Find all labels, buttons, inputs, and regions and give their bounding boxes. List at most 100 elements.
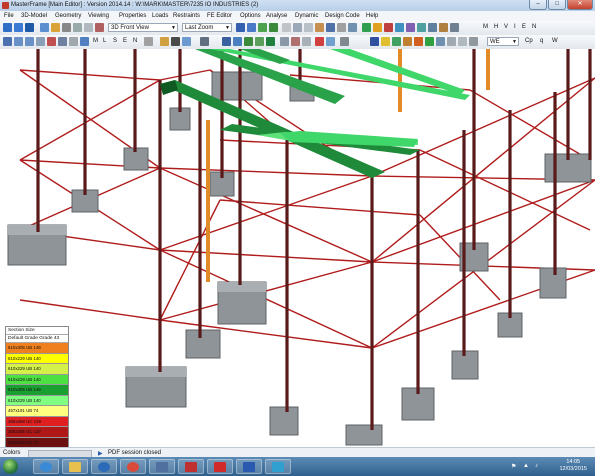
minimize-button[interactable]: – xyxy=(529,0,547,10)
axes-icon[interactable] xyxy=(58,37,67,46)
filter-icon[interactable] xyxy=(160,37,169,46)
zoom-in-icon[interactable] xyxy=(14,37,23,46)
menu-options[interactable]: Options xyxy=(240,13,261,19)
taskbar-word[interactable] xyxy=(236,459,262,474)
graph-icon[interactable] xyxy=(458,37,467,46)
section-icon[interactable] xyxy=(337,23,346,32)
tray-arrow-icon[interactable]: ▲ xyxy=(523,463,529,469)
toolbar2-letter-s[interactable]: S xyxy=(113,38,117,44)
help-icon[interactable] xyxy=(450,23,459,32)
view-iso-icon[interactable] xyxy=(255,37,264,46)
properties-icon[interactable] xyxy=(439,23,448,32)
results-icon[interactable] xyxy=(373,23,382,32)
menu-3d-model[interactable]: 3D-Model xyxy=(21,13,47,19)
toolbar2-cp[interactable]: Cp xyxy=(525,38,533,44)
model-viewport[interactable] xyxy=(0,49,595,447)
taskbar-network[interactable] xyxy=(149,459,175,474)
load-icon[interactable] xyxy=(348,23,357,32)
menu-analyse[interactable]: Analyse xyxy=(266,13,287,19)
settings-icon[interactable] xyxy=(428,23,437,32)
highlight-icon[interactable] xyxy=(381,37,390,46)
toolbar-letter-e[interactable]: E xyxy=(522,24,526,30)
cut-icon[interactable] xyxy=(40,23,49,32)
start-button[interactable] xyxy=(3,459,18,474)
zoom-out-icon[interactable] xyxy=(25,37,34,46)
tray-volume-icon[interactable]: ♪ xyxy=(535,463,538,469)
toolbar-letter-h[interactable]: H xyxy=(494,24,498,30)
ok-icon[interactable] xyxy=(425,37,434,46)
view-select[interactable]: 3D Front View ▼ xyxy=(108,23,178,32)
maximize-button[interactable]: □ xyxy=(548,0,566,10)
fit-icon[interactable] xyxy=(247,23,256,32)
render-icon[interactable] xyxy=(269,23,278,32)
save-icon[interactable] xyxy=(25,23,34,32)
menu-fe-editor[interactable]: FE Editor xyxy=(207,13,232,19)
menu-properties[interactable]: Properties xyxy=(119,13,146,19)
menu-file[interactable]: File xyxy=(4,13,14,19)
tray-flag-icon[interactable]: ⚑ xyxy=(511,463,516,470)
zoom-window-icon[interactable] xyxy=(36,37,45,46)
taskbar-media[interactable] xyxy=(91,459,117,474)
pointer-icon[interactable] xyxy=(95,23,104,32)
toolbar-letter-v[interactable]: V xyxy=(504,24,508,30)
view-top-icon[interactable] xyxy=(244,37,253,46)
scale-icon[interactable] xyxy=(326,37,335,46)
rotate-icon[interactable] xyxy=(282,23,291,32)
line-style-icon[interactable] xyxy=(340,37,349,46)
open-icon[interactable] xyxy=(14,23,23,32)
hide-icon[interactable] xyxy=(280,37,289,46)
menu-loads[interactable]: Loads xyxy=(152,13,168,19)
toolbar2-letter-e[interactable]: E xyxy=(123,38,127,44)
taskbar-app-a[interactable] xyxy=(178,459,204,474)
analyse-icon[interactable] xyxy=(362,23,371,32)
taskbar-ie[interactable] xyxy=(33,459,59,474)
taskbar-chrome[interactable] xyxy=(120,459,146,474)
undo-icon[interactable] xyxy=(62,23,71,32)
show-icon[interactable] xyxy=(291,37,300,46)
taskbar-masterframe[interactable] xyxy=(207,459,233,474)
report-icon[interactable] xyxy=(395,23,404,32)
color-icon[interactable] xyxy=(370,37,379,46)
member-icon[interactable] xyxy=(326,23,335,32)
label-icon[interactable] xyxy=(144,37,153,46)
view-side-icon[interactable] xyxy=(233,37,242,46)
node-icon[interactable] xyxy=(315,23,324,32)
menu-restraints[interactable]: Restraints xyxy=(173,13,200,19)
check-icon[interactable] xyxy=(392,37,401,46)
warn-icon[interactable] xyxy=(414,37,423,46)
menu-design-code[interactable]: Design Code xyxy=(325,13,360,19)
design-icon[interactable] xyxy=(384,23,393,32)
layer-icon[interactable] xyxy=(302,37,311,46)
zoom-icon[interactable] xyxy=(236,23,245,32)
menu-dynamic[interactable]: Dynamic xyxy=(295,13,318,19)
stop-icon[interactable] xyxy=(315,37,324,46)
report-view-icon[interactable] xyxy=(436,37,445,46)
nodes-icon[interactable] xyxy=(80,37,89,46)
grid-icon[interactable] xyxy=(304,23,313,32)
plane-icon[interactable] xyxy=(69,37,78,46)
taskbar-explorer[interactable] xyxy=(62,459,88,474)
pick-icon[interactable] xyxy=(47,37,56,46)
clock[interactable]: 14:05 12/03/2015 xyxy=(559,459,587,473)
toolbar-letter-n[interactable]: N xyxy=(532,24,536,30)
toolbar2-letter-l[interactable]: L xyxy=(103,38,106,44)
new-icon[interactable] xyxy=(3,23,12,32)
close-button[interactable]: ✕ xyxy=(567,0,593,10)
section-list-icon[interactable] xyxy=(403,37,412,46)
export-icon[interactable] xyxy=(417,23,426,32)
view-front-icon[interactable] xyxy=(222,37,231,46)
toolbar2-letter-n[interactable]: N xyxy=(133,38,137,44)
select-icon[interactable] xyxy=(84,23,93,32)
menu-viewing[interactable]: Viewing xyxy=(88,13,109,19)
render-mode-icon[interactable] xyxy=(266,37,275,46)
magnify-icon[interactable] xyxy=(3,37,12,46)
toolbar2-letter-m[interactable]: M xyxy=(93,38,98,44)
table-icon[interactable] xyxy=(447,37,456,46)
toolbar-letter-i[interactable]: I xyxy=(514,24,516,30)
toolbar2-w[interactable]: W xyxy=(552,38,558,44)
zoom-select[interactable]: Last Zoom ▼ xyxy=(182,23,232,32)
menu-geometry[interactable]: Geometry xyxy=(55,13,81,19)
frame-view-icon[interactable] xyxy=(258,23,267,32)
print-icon[interactable] xyxy=(406,23,415,32)
wire-icon[interactable] xyxy=(171,37,180,46)
